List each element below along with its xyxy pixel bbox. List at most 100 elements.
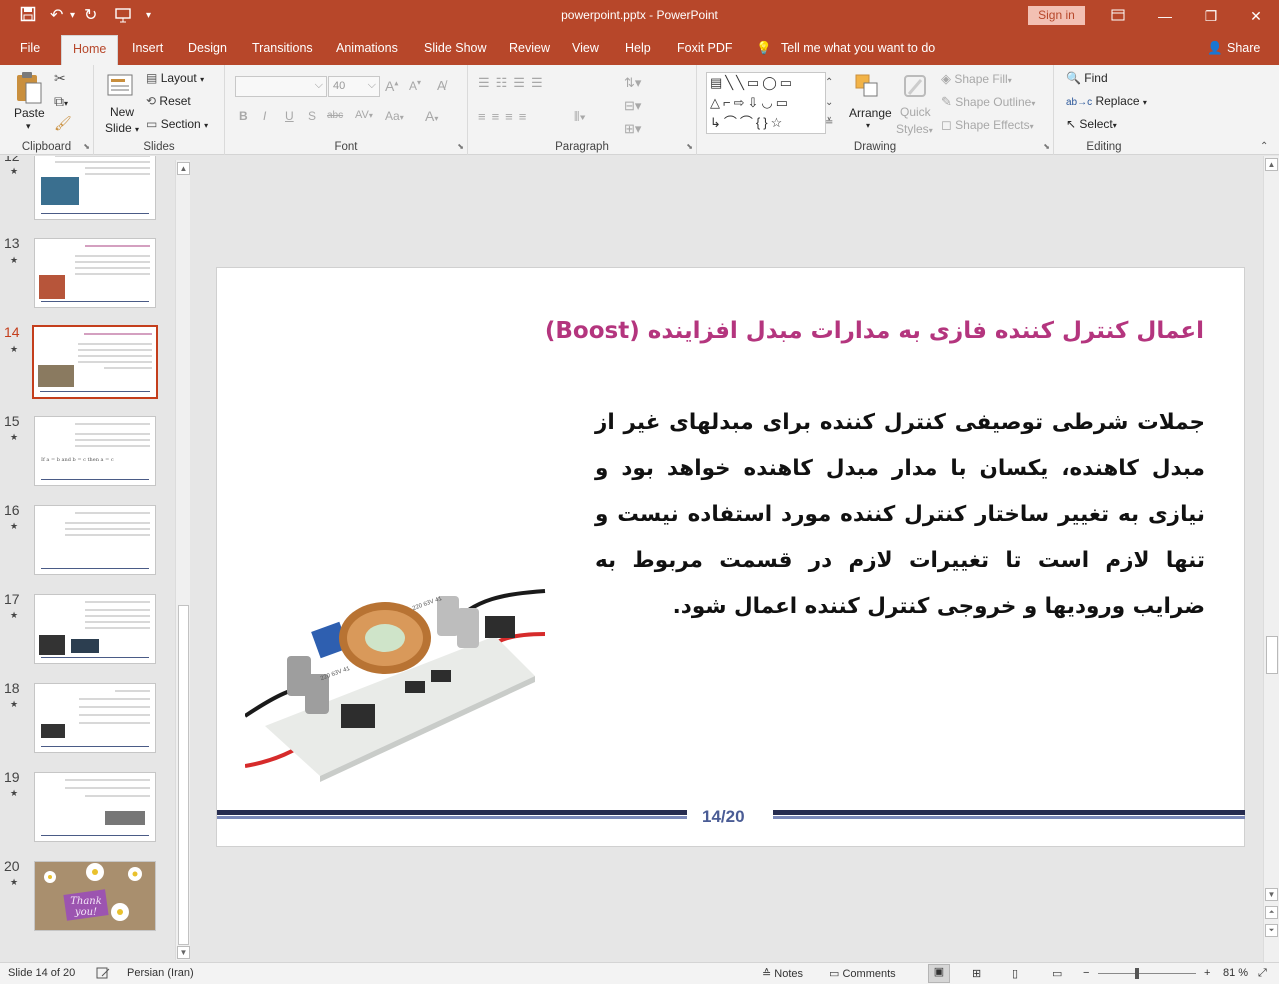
slide-thumbnail-19[interactable] xyxy=(34,772,156,842)
zoom-slider-knob[interactable] xyxy=(1135,968,1139,979)
slide-thumbnail-16[interactable] xyxy=(34,505,156,575)
slide-thumbnail-12[interactable] xyxy=(34,156,156,220)
scroll-thumb[interactable] xyxy=(1266,636,1278,674)
strikethrough-button[interactable]: abc xyxy=(327,110,343,121)
slide-thumbnail-15[interactable]: If a = b and b = c then a = c xyxy=(34,416,156,486)
slide-thumbnail-20[interactable]: Thank you! xyxy=(34,861,156,931)
reading-view-icon[interactable]: ▯ xyxy=(1012,967,1018,980)
collapse-ribbon-icon[interactable]: ⌃ xyxy=(1260,141,1268,152)
drawing-launcher-icon[interactable]: ⬊ xyxy=(1043,142,1050,151)
font-size-combo[interactable]: 40 ⌵ xyxy=(328,76,380,97)
reset-button[interactable]: ⟲ Reset xyxy=(146,94,191,108)
slide-canvas[interactable]: اعمال کنترل کننده فازی به مدارات مبدل اف… xyxy=(216,267,1245,847)
shapes-scroll-icon[interactable]: ⌃ ⌄ ≚ xyxy=(825,73,833,133)
slideshow-icon[interactable]: ▭ xyxy=(1052,967,1062,980)
arrange-icon[interactable] xyxy=(853,72,881,103)
tell-me-search[interactable]: Tell me what you want to do xyxy=(781,41,935,55)
quick-styles-icon[interactable] xyxy=(901,72,931,105)
select-button[interactable]: ↖ Select▾ xyxy=(1066,117,1117,131)
tab-help[interactable]: Help xyxy=(625,41,651,55)
slide-title[interactable]: اعمال کنترل کننده فازی به مدارات مبدل اف… xyxy=(545,318,1204,344)
fit-slide-icon[interactable]: ⤢ xyxy=(1258,967,1267,980)
bold-button[interactable]: B xyxy=(239,109,248,123)
tab-slide-show[interactable]: Slide Show xyxy=(424,41,487,55)
shadow-button[interactable]: S xyxy=(308,109,316,123)
tab-file[interactable]: File xyxy=(20,41,40,55)
scroll-thumb[interactable] xyxy=(178,605,189,945)
zoom-slider-track[interactable] xyxy=(1098,973,1196,974)
new-slide-icon[interactable] xyxy=(106,71,136,102)
tab-insert[interactable]: Insert xyxy=(132,41,163,55)
minimize-icon[interactable]: — xyxy=(1152,4,1178,28)
quick-styles-button-2[interactable]: Styles▾ xyxy=(896,122,933,136)
boost-converter-image[interactable] xyxy=(245,586,547,782)
zoom-level[interactable]: 81 % xyxy=(1223,967,1248,979)
clear-formatting-icon[interactable]: A̸ xyxy=(437,78,446,93)
tab-animations[interactable]: Animations xyxy=(336,41,398,55)
restore-icon[interactable]: ❐ xyxy=(1198,4,1224,28)
quick-styles-button[interactable]: Quick xyxy=(900,105,931,119)
italic-button[interactable]: I xyxy=(263,109,266,123)
shrink-font-button[interactable]: A▾ xyxy=(409,78,421,93)
slide-thumbnail-18[interactable] xyxy=(34,683,156,753)
change-case-button[interactable]: Aa▾ xyxy=(385,109,404,123)
tab-view[interactable]: View xyxy=(572,41,599,55)
tab-design[interactable]: Design xyxy=(188,41,227,55)
shape-fill-button[interactable]: ◈ Shape Fill▾ xyxy=(941,71,1012,87)
paste-icon[interactable] xyxy=(14,71,44,108)
paste-button[interactable]: Paste xyxy=(14,106,45,120)
paste-dropdown-icon[interactable]: ▾ xyxy=(26,121,31,132)
zoom-in-button[interactable]: + xyxy=(1204,967,1210,979)
list-buttons[interactable]: ☰☷☰☰ xyxy=(478,75,549,91)
font-color-button[interactable]: A▾ xyxy=(425,108,438,124)
find-button[interactable]: 🔍 Find xyxy=(1066,71,1108,85)
scroll-down-icon[interactable]: ▼ xyxy=(1265,888,1278,901)
copy-icon[interactable]: ⧉▾ xyxy=(54,93,68,110)
tab-home[interactable]: Home xyxy=(61,35,119,65)
format-painter-icon[interactable]: 🖌 xyxy=(54,115,72,132)
layout-button[interactable]: ▤ Layout ▾ xyxy=(146,71,204,85)
font-name-combo[interactable]: ⌵ xyxy=(235,76,327,97)
sign-in-button[interactable]: Sign in xyxy=(1028,6,1085,25)
slide-thumbnail-17[interactable] xyxy=(34,594,156,664)
tab-transitions[interactable]: Transitions xyxy=(252,41,313,55)
new-slide-label-2[interactable]: Slide ▾ xyxy=(105,121,139,135)
replace-button[interactable]: ab→c Replace ▾ xyxy=(1066,94,1147,108)
normal-view-icon[interactable]: ▣ xyxy=(928,964,950,983)
comments-button[interactable]: ▭ Comments xyxy=(829,967,896,980)
paragraph-launcher-icon[interactable]: ⬊ xyxy=(686,142,693,151)
editor-scrollbar[interactable]: ▲ ▼ ⏶ ⏷ xyxy=(1263,156,1279,962)
scroll-up-icon[interactable]: ▲ xyxy=(177,162,190,175)
ribbon-display-options-icon[interactable] xyxy=(1105,4,1131,28)
section-button[interactable]: ▭ Section ▾ xyxy=(146,117,208,131)
shape-effects-button[interactable]: ◻ Shape Effects▾ xyxy=(941,117,1034,133)
character-spacing-button[interactable]: AV▾ xyxy=(355,109,373,121)
arrange-button[interactable]: Arrange xyxy=(849,106,892,120)
previous-slide-icon[interactable]: ⏶ xyxy=(1265,906,1278,919)
shape-outline-button[interactable]: ✎ Shape Outline▾ xyxy=(941,94,1035,110)
arrange-dropdown-icon[interactable]: ▾ xyxy=(866,121,870,130)
slide-sorter-icon[interactable]: ⊞ xyxy=(972,967,981,980)
scroll-down-icon[interactable]: ▼ xyxy=(177,946,190,959)
scroll-up-icon[interactable]: ▲ xyxy=(1265,158,1278,171)
grow-font-button[interactable]: A▴ xyxy=(385,78,398,94)
close-icon[interactable]: ✕ xyxy=(1243,4,1269,28)
spell-check-icon[interactable] xyxy=(96,967,110,982)
next-slide-icon[interactable]: ⏷ xyxy=(1265,924,1278,937)
language-indicator[interactable]: Persian (Iran) xyxy=(127,967,194,979)
new-slide-label[interactable]: New xyxy=(110,105,134,119)
tab-review[interactable]: Review xyxy=(509,41,550,55)
font-launcher-icon[interactable]: ⬊ xyxy=(457,142,464,151)
columns-icon[interactable]: ⫴▾ xyxy=(574,109,586,125)
clipboard-launcher-icon[interactable]: ⬊ xyxy=(83,142,90,151)
text-direction-icon[interactable]: ⇅▾ xyxy=(624,75,641,91)
align-text-icon[interactable]: ⊟▾ xyxy=(624,98,641,114)
underline-button[interactable]: U xyxy=(285,109,294,123)
cut-icon[interactable]: ✂ xyxy=(54,70,66,87)
shapes-gallery[interactable]: ▤╲╲▭◯▭ △⌐⇨⇩◡▭ ↳⌒⌒{}☆ xyxy=(706,72,826,134)
tab-foxit-pdf[interactable]: Foxit PDF xyxy=(677,41,733,55)
share-button[interactable]: Share xyxy=(1227,41,1260,55)
slide-thumbnail-13[interactable] xyxy=(34,238,156,308)
person-icon[interactable]: 👤 xyxy=(1207,41,1223,56)
zoom-out-button[interactable]: − xyxy=(1083,967,1089,979)
